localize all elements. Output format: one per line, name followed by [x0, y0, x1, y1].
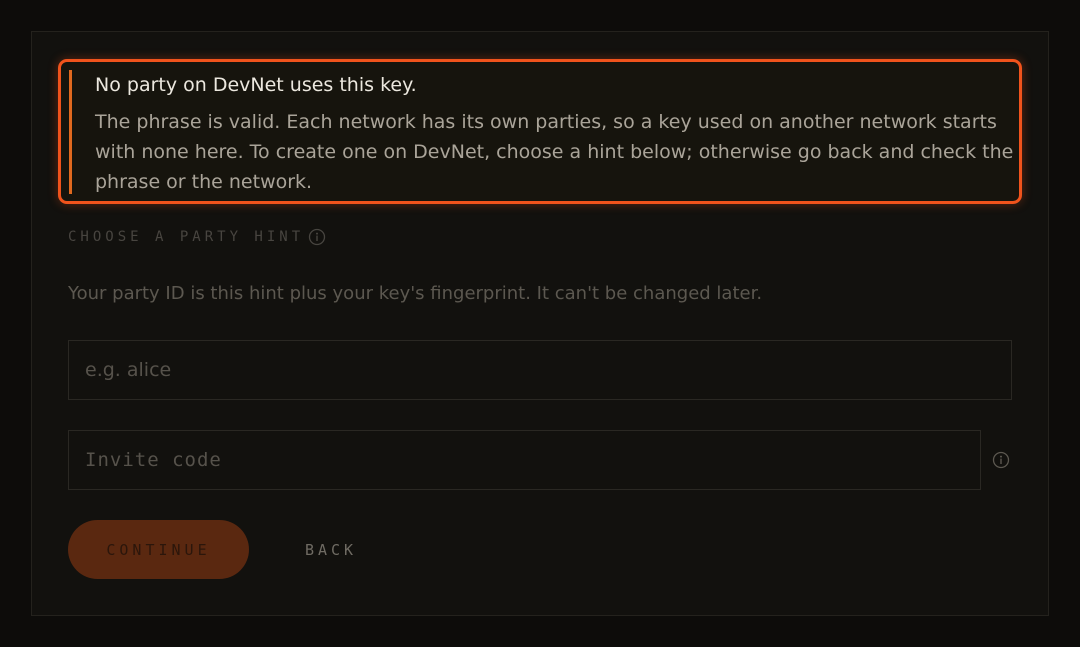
party-hint-helper-text: Your party ID is this hint plus your key… — [68, 283, 763, 304]
alert-accent-bar — [69, 70, 72, 194]
alert-title: No party on DevNet uses this key. — [95, 74, 417, 96]
info-icon[interactable] — [992, 451, 1010, 469]
invite-code-input[interactable] — [68, 430, 981, 490]
party-hint-label: CHOOSE A PARTY HINT — [68, 229, 305, 245]
back-button[interactable]: BACK — [290, 520, 372, 579]
info-icon[interactable] — [308, 228, 326, 246]
party-hint-label-row: CHOOSE A PARTY HINT — [68, 228, 326, 246]
error-alert: No party on DevNet uses this key. The ph… — [58, 59, 1022, 204]
continue-button[interactable]: CONTINUE — [68, 520, 249, 579]
alert-message: The phrase is valid. Each network has it… — [95, 111, 1014, 193]
party-hint-input[interactable] — [68, 340, 1012, 400]
